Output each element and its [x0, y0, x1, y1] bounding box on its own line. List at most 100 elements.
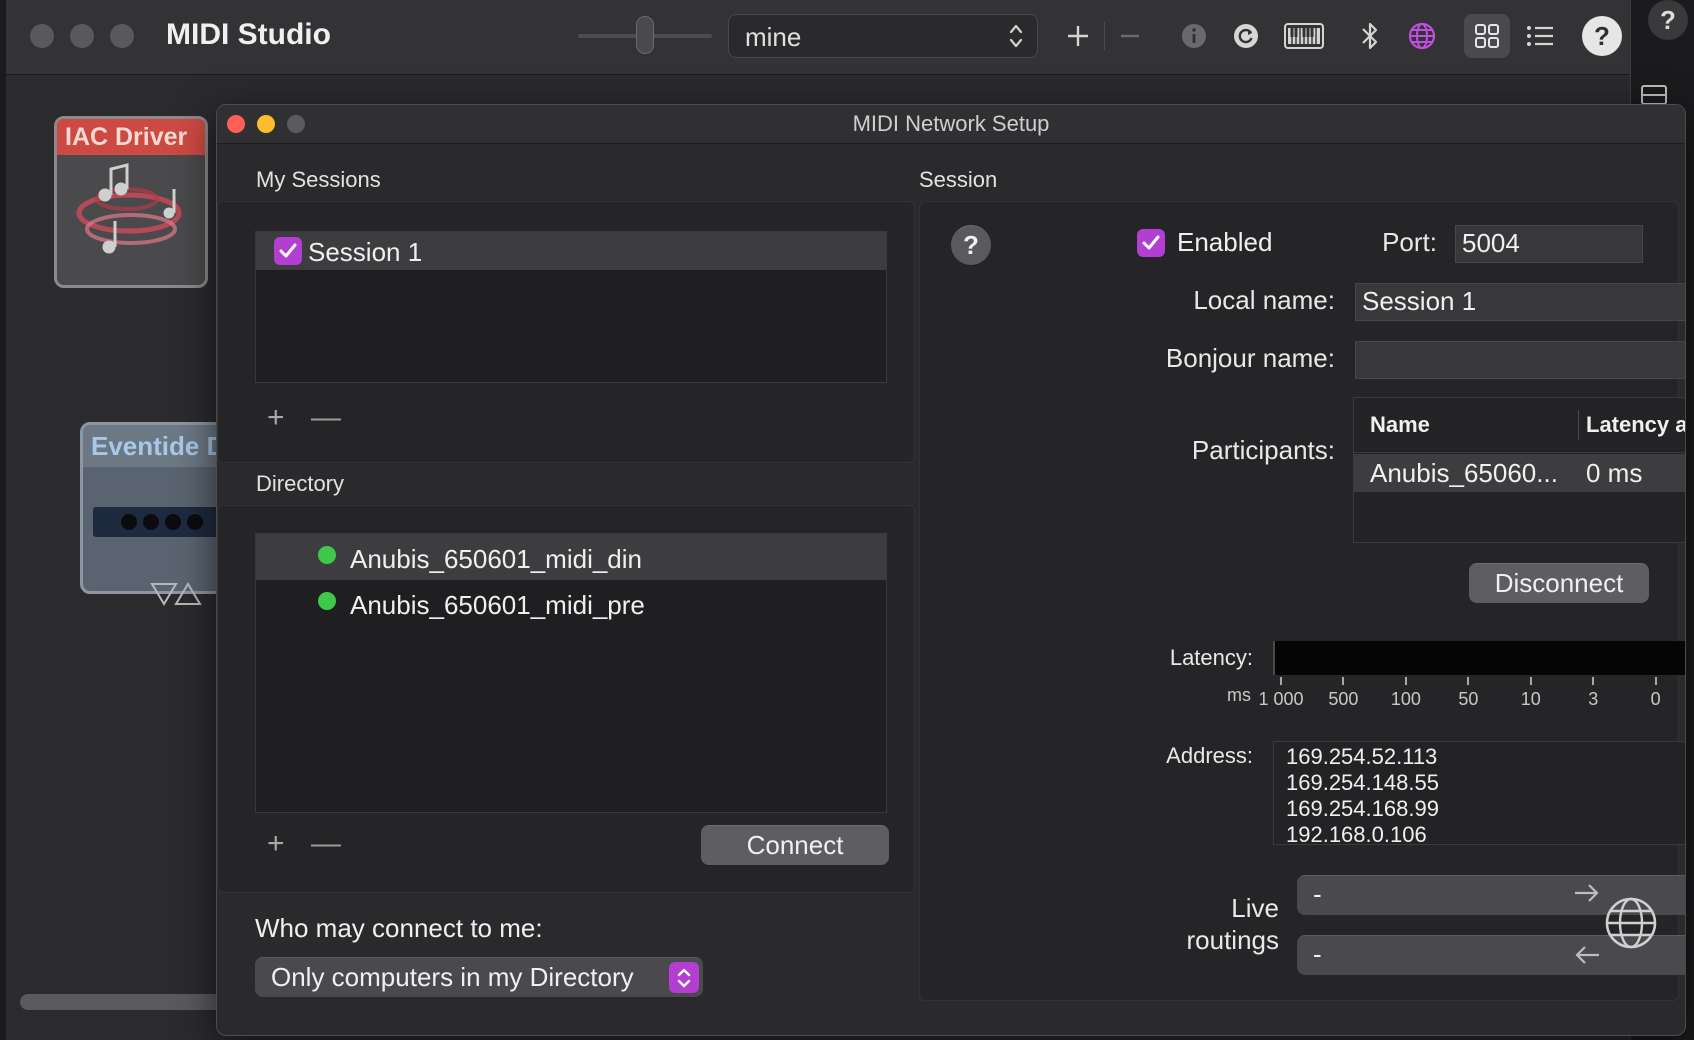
participants-label: Participants:	[1191, 435, 1335, 465]
column-header-latency[interactable]: Latency adjustment	[1586, 412, 1685, 438]
sessions-list[interactable]: Session 1	[255, 231, 887, 383]
directory-item-name[interactable]: Anubis_650601_midi_pre	[350, 590, 645, 621]
globe-icon	[1605, 897, 1657, 949]
disconnect-button[interactable]: Disconnect	[1469, 563, 1649, 603]
midi-studio-toolbar: MIDI Studio mine ?	[6, 0, 1630, 75]
info-icon[interactable]	[1174, 16, 1214, 56]
network-icon[interactable]	[1402, 16, 1442, 56]
list-view-icon[interactable]	[1520, 16, 1560, 56]
dialog-title: MIDI Network Setup	[852, 111, 1050, 136]
svg-text:?: ?	[1594, 21, 1610, 51]
who-may-connect-label: Who may connect to me:	[255, 913, 543, 943]
configuration-value: mine	[745, 22, 802, 52]
iac-driver-device[interactable]: IAC Driver	[54, 116, 208, 288]
sidebar-toggle-icon[interactable]	[1640, 84, 1668, 106]
directory-item-name[interactable]: Anubis_650601_midi_din	[350, 544, 642, 575]
address-item: 169.254.52.113	[1286, 744, 1438, 769]
session-name: Session 1	[308, 237, 423, 267]
horizontal-scrollbar[interactable]	[20, 994, 230, 1010]
enabled-checkbox[interactable]	[1137, 229, 1165, 257]
chevron-updown-icon	[1009, 24, 1023, 48]
midi-network-setup-window: MIDI Network Setup My Sessions Session 1…	[216, 104, 1686, 1036]
remove-directory-button[interactable]: —	[311, 827, 341, 861]
zoom-button-inactive[interactable]	[110, 24, 134, 48]
connect-button[interactable]: Connect	[701, 825, 889, 865]
help-icon[interactable]: ?	[1580, 14, 1624, 58]
who-may-connect-value: Only computers in my Directory	[271, 962, 634, 992]
close-button-inactive[interactable]	[30, 24, 54, 48]
latency-tick	[1342, 677, 1345, 685]
latency-tick	[1404, 677, 1407, 685]
latency-tick	[1654, 677, 1657, 685]
rescan-icon[interactable]	[1226, 16, 1266, 56]
bluetooth-icon[interactable]	[1350, 16, 1390, 56]
port-label: Port:	[1382, 227, 1437, 257]
configuration-select[interactable]: mine	[728, 14, 1038, 58]
participant-name: Anubis_65060...	[1370, 458, 1558, 488]
app-title: MIDI Studio	[166, 18, 331, 51]
latency-tick-label: 500	[1328, 689, 1359, 709]
add-icon[interactable]	[1058, 16, 1098, 56]
latency-tick-label: 1 000	[1258, 689, 1304, 709]
dialog-titlebar[interactable]: MIDI Network Setup	[217, 105, 1685, 144]
help-button-outer[interactable]: ?	[1648, 0, 1688, 40]
enabled-label: Enabled	[1177, 227, 1273, 257]
directory-label: Directory	[256, 471, 345, 496]
add-session-button[interactable]: +	[267, 401, 285, 435]
arrow-right-icon	[1575, 884, 1599, 902]
address-item: 192.168.0.106	[1286, 822, 1427, 847]
latency-tick-label: 0	[1650, 689, 1661, 709]
participants-table[interactable]: Name Latency adjustment Anubis_65060... …	[1353, 397, 1685, 543]
music-notes-icon	[76, 163, 182, 254]
eventide-label: Eventide D	[83, 425, 237, 467]
add-directory-button[interactable]: +	[267, 827, 285, 861]
iac-driver-label: IAC Driver	[57, 119, 205, 155]
port-connectors-icon	[150, 582, 202, 606]
routing-in-value: -	[1313, 939, 1322, 969]
directory-list[interactable]: Anubis_650601_midi_din Anubis_650601_mid…	[255, 533, 887, 813]
session-help-button[interactable]: ?	[951, 225, 991, 265]
address-item: 169.254.168.99	[1286, 796, 1439, 821]
participant-latency: 0 ms	[1586, 458, 1643, 488]
icon-size-slider-thumb[interactable]	[636, 16, 654, 54]
session-section-label: Session	[919, 167, 998, 192]
latency-tick-label: 3	[1588, 689, 1599, 709]
bonjour-name-field[interactable]	[1355, 341, 1685, 379]
session-enabled-checkbox[interactable]	[274, 237, 302, 265]
latency-unit: ms	[1227, 685, 1251, 705]
who-may-connect-select[interactable]: Only computers in my Directory	[255, 957, 703, 997]
latency-tick-label: 100	[1390, 689, 1421, 709]
latency-tick	[1280, 677, 1282, 685]
column-divider[interactable]	[1578, 410, 1579, 440]
latency-label: Latency:	[1169, 645, 1253, 670]
address-label: Address:	[1166, 743, 1253, 768]
minimize-button-inactive[interactable]	[70, 24, 94, 48]
bonjour-name-label: Bonjour name:	[1165, 343, 1335, 373]
address-list[interactable]: 169.254.52.113 169.254.148.55 169.254.16…	[1273, 741, 1685, 847]
latency-tick	[1467, 677, 1470, 685]
local-name-label: Local name:	[1193, 285, 1335, 315]
checkmark-icon	[1142, 235, 1160, 250]
toolbar-separator	[1104, 22, 1105, 50]
latency-tick-label: 10	[1520, 689, 1541, 709]
local-name-field[interactable]: Session 1	[1355, 283, 1685, 321]
grid-view-icon	[1475, 24, 1499, 48]
keyboard-icon[interactable]	[1282, 16, 1326, 56]
latency-meter	[1273, 641, 1685, 675]
latency-tick	[1529, 677, 1532, 685]
status-online-icon	[318, 546, 336, 564]
remove-icon[interactable]	[1110, 16, 1150, 56]
column-header-name[interactable]: Name	[1370, 412, 1430, 438]
routing-out-value: -	[1313, 879, 1322, 909]
address-item: 169.254.148.55	[1286, 770, 1439, 795]
port-field[interactable]: 5004	[1455, 225, 1643, 263]
latency-tick-label: 50	[1458, 689, 1479, 709]
grid-view-button[interactable]	[1464, 14, 1510, 58]
chevron-updown-icon	[669, 962, 699, 993]
my-sessions-label: My Sessions	[256, 167, 381, 192]
live-routings-label-2: routings	[1186, 925, 1280, 955]
latency-tick	[1592, 677, 1595, 685]
remove-session-button[interactable]: —	[311, 401, 341, 435]
status-online-icon	[318, 592, 336, 610]
checkmark-icon	[279, 243, 297, 258]
